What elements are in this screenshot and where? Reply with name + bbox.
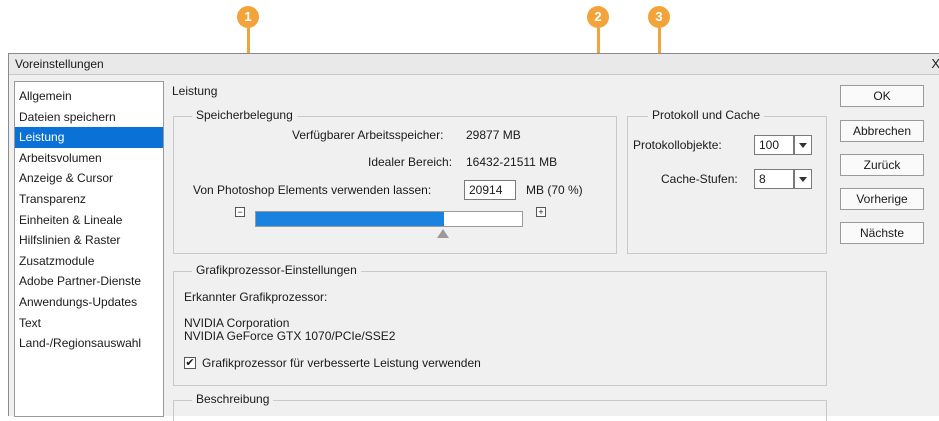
cache-levels-input[interactable]: 8 <box>754 169 794 189</box>
sidebar-item-dateien-speichern[interactable]: Dateien speichern <box>15 107 163 128</box>
use-gpu-label[interactable]: Grafikprozessor für verbesserte Leistung… <box>202 356 481 370</box>
close-icon[interactable]: X <box>931 56 939 71</box>
sidebar-item-anzeige-cursor[interactable]: Anzeige & Cursor <box>15 168 163 189</box>
sidebar-item-transparenz[interactable]: Transparenz <box>15 189 163 210</box>
callout-2: 2 <box>587 6 609 28</box>
memory-use-label: Von Photoshop Elements verwenden lassen: <box>193 183 432 197</box>
cache-levels-label: Cache-Stufen: <box>661 172 738 186</box>
cache-legend: Protokoll und Cache <box>648 108 765 122</box>
memory-slider[interactable] <box>255 211 523 227</box>
next-button[interactable]: Nächste <box>840 222 924 244</box>
memory-legend: Speicherbelegung <box>192 108 297 122</box>
gpu-legend: Grafikprozessor-Einstellungen <box>192 263 361 277</box>
history-states-input[interactable]: 100 <box>754 135 794 155</box>
cancel-button[interactable]: Abbrechen <box>840 120 924 142</box>
available-memory-value: 29877 MB <box>466 128 521 142</box>
cache-levels-dropdown-icon[interactable] <box>794 169 812 189</box>
dialog-titlebar: Voreinstellungen X <box>9 54 939 75</box>
sidebar-item-adobe-partner-dienste[interactable]: Adobe Partner-Dienste <box>15 271 163 292</box>
callout-3: 3 <box>648 6 670 28</box>
use-gpu-checkbox[interactable]: ✔ <box>184 357 196 369</box>
slider-decrease-icon[interactable]: − <box>235 207 245 217</box>
history-states-dropdown-icon[interactable] <box>794 135 812 155</box>
history-states-label: Protokollobjekte: <box>633 138 722 152</box>
sidebar-item-allgemein[interactable]: Allgemein <box>15 86 163 107</box>
memory-use-unit: MB (70 %) <box>526 183 583 197</box>
sidebar-item-anwendungs-updates[interactable]: Anwendungs-Updates <box>15 292 163 313</box>
ideal-range-value: 16432-21511 MB <box>466 155 558 169</box>
sidebar-item-zusatzmodule[interactable]: Zusatzmodule <box>15 251 163 272</box>
detected-gpu-label: Erkannter Grafikprozessor: <box>184 290 328 304</box>
previous-button[interactable]: Vorherige <box>840 188 924 210</box>
page-title: Leistung <box>172 84 218 98</box>
gpu-vendor: NVIDIA Corporation <box>184 316 290 330</box>
slider-increase-icon[interactable]: + <box>536 207 546 217</box>
ideal-range-label: Idealer Bereich: <box>368 155 453 169</box>
sidebar-item-arbeitsvolumen[interactable]: Arbeitsvolumen <box>15 148 163 169</box>
ok-button[interactable]: OK <box>840 85 924 107</box>
memory-use-input[interactable]: 20914 <box>464 180 516 200</box>
category-list: Allgemein Dateien speichern Leistung Arb… <box>14 81 164 417</box>
memory-slider-thumb[interactable] <box>437 229 449 238</box>
back-button[interactable]: Zurück <box>840 154 924 176</box>
memory-slider-fill <box>256 212 444 226</box>
sidebar-item-leistung[interactable]: Leistung <box>15 127 163 148</box>
available-memory-label: Verfügbarer Arbeitsspeicher: <box>292 128 444 142</box>
sidebar-item-hilfslinien-raster[interactable]: Hilfslinien & Raster <box>15 230 163 251</box>
sidebar-item-text[interactable]: Text <box>15 313 163 334</box>
gpu-model: NVIDIA GeForce GTX 1070/PCIe/SSE2 <box>184 329 396 343</box>
sidebar-item-land-region[interactable]: Land-/Regionsauswahl <box>15 333 163 354</box>
callout-1: 1 <box>237 6 259 28</box>
dialog-title: Voreinstellungen <box>15 57 104 71</box>
description-legend: Beschreibung <box>192 392 274 406</box>
description-group: Beschreibung <box>173 392 827 421</box>
sidebar-item-einheiten-lineale[interactable]: Einheiten & Lineale <box>15 210 163 231</box>
